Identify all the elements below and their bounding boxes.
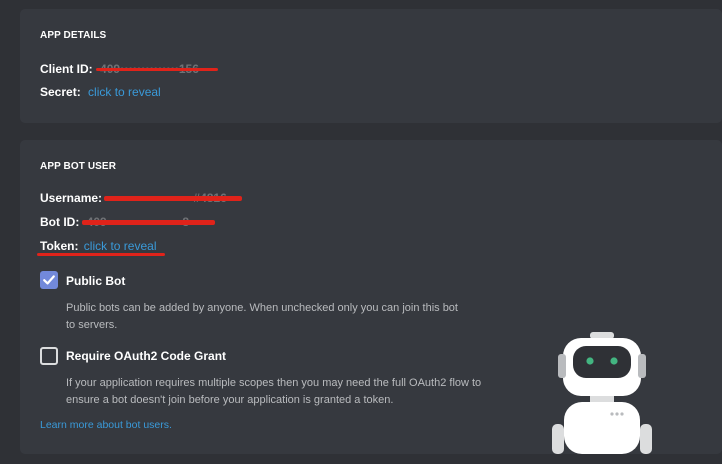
robot-face	[573, 346, 631, 378]
token-underline-annotation	[37, 253, 165, 256]
secret-reveal-link[interactable]: click to reveal	[88, 85, 161, 99]
robot-eye-left	[586, 357, 594, 365]
oauth2-code-grant-label[interactable]: Require OAuth2 Code Grant	[66, 349, 226, 363]
secret-row: Secret: click to reveal	[40, 85, 161, 99]
bot-id-redaction	[82, 220, 215, 225]
robot-arm-left	[552, 424, 564, 454]
token-row: Token: click to reveal	[40, 239, 157, 253]
public-bot-description: Public bots can be added by anyone. When…	[66, 302, 458, 331]
public-bot-checkbox[interactable]	[40, 271, 58, 289]
robot-eye-right	[610, 357, 618, 365]
learn-more-bot-users-link[interactable]: Learn more about bot users.	[40, 419, 172, 431]
client-id-label: Client ID:	[40, 62, 93, 76]
username-redaction	[104, 196, 242, 201]
robot-arm-right	[640, 424, 652, 454]
token-label: Token:	[40, 239, 79, 253]
token-reveal-link[interactable]: click to reveal	[84, 239, 157, 253]
bot-id-label: Bot ID:	[40, 215, 80, 229]
client-id-redaction	[96, 68, 218, 71]
app-details-card: APP DETAILS Client ID: 409••••••••••••••…	[20, 9, 722, 123]
public-bot-label[interactable]: Public Bot	[66, 274, 125, 288]
app-bot-user-title: APP BOT USER	[40, 161, 117, 172]
oauth2-code-grant-checkbox[interactable]	[40, 347, 58, 365]
app-bot-user-card: APP BOT USER Username: •••••••••••••••••…	[20, 140, 722, 454]
secret-label: Secret:	[40, 85, 81, 99]
checkmark-icon	[43, 275, 55, 285]
username-label: Username:	[40, 191, 103, 205]
robot-body	[564, 402, 640, 454]
app-details-title: APP DETAILS	[40, 30, 107, 41]
robot-ear-right	[638, 354, 646, 378]
robot-antenna	[590, 332, 614, 339]
oauth2-code-grant-description: If your application requires multiple sc…	[66, 377, 482, 406]
robot-illustration	[552, 332, 652, 454]
robot-ear-left	[558, 354, 566, 378]
